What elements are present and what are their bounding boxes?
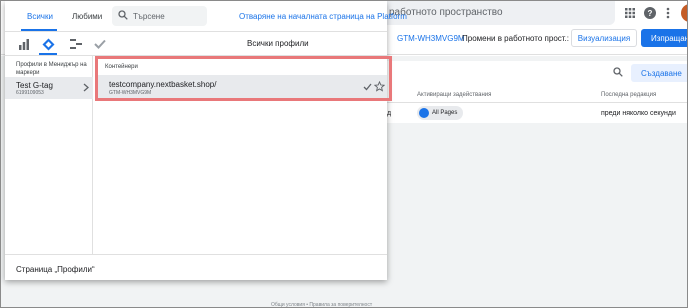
trigger-chip-label: All Pages xyxy=(432,110,458,116)
account-picker-popup: Всички Любими Търсене Отваряне на началн… xyxy=(5,1,407,280)
apps-grid-icon[interactable] xyxy=(623,6,637,20)
account-item-name: Test G-tag xyxy=(16,81,53,90)
table-divider xyxy=(387,102,687,103)
tab-favorites[interactable]: Любими xyxy=(72,12,102,21)
analytics-icon[interactable] xyxy=(17,37,31,51)
column-header-triggers: Активиращи задействания xyxy=(417,92,492,98)
create-button[interactable]: Създаване xyxy=(631,64,687,82)
screen: работното пространство ? GTM-WH3MVG9M Пр… xyxy=(0,0,688,308)
highlight-box xyxy=(95,56,392,101)
surveys-icon[interactable] xyxy=(93,37,107,51)
more-vert-icon[interactable] xyxy=(661,6,675,20)
account-item-id: 6199109053 xyxy=(16,90,44,96)
trigger-icon xyxy=(419,108,429,118)
search-icon[interactable] xyxy=(613,67,623,80)
table-cell-name[interactable]: д xyxy=(387,110,391,117)
optimize-icon[interactable] xyxy=(69,37,83,51)
workspace-changes: Промени в работното прост.: 1 xyxy=(462,34,576,43)
search-icon xyxy=(118,9,128,23)
chevron-right-icon xyxy=(83,83,89,94)
tab-all[interactable]: Всички xyxy=(27,12,53,21)
table-cell-last-edit: преди няколко секунди xyxy=(601,110,676,117)
platform-home-link[interactable]: Отваряне на началната страница на Platfo… xyxy=(239,12,407,21)
accounts-column-heading: Профили в Мениджър на маркери xyxy=(16,62,87,76)
divider xyxy=(5,31,387,32)
tag-manager-icon[interactable] xyxy=(41,37,55,51)
preview-button[interactable]: Визуализация xyxy=(571,29,637,47)
column-header-last-edit: Последна редакция xyxy=(601,92,657,98)
picker-header-title: Всички профили xyxy=(247,39,309,48)
picker-search-placeholder: Търсене xyxy=(133,11,165,21)
divider xyxy=(5,254,387,255)
svg-text:?: ? xyxy=(648,9,653,18)
profiles-page-link[interactable]: Страница „Профили“ xyxy=(16,265,95,274)
help-icon[interactable]: ? xyxy=(643,6,657,20)
picker-search-input[interactable]: Търсене xyxy=(112,6,207,26)
trigger-chip[interactable]: All Pages xyxy=(417,106,463,120)
publish-button[interactable]: Изпращане xyxy=(641,29,687,47)
footer-text: Общи условия • Правила за поверителност xyxy=(271,302,373,308)
container-id-link[interactable]: GTM-WH3MVG9M xyxy=(397,34,465,43)
